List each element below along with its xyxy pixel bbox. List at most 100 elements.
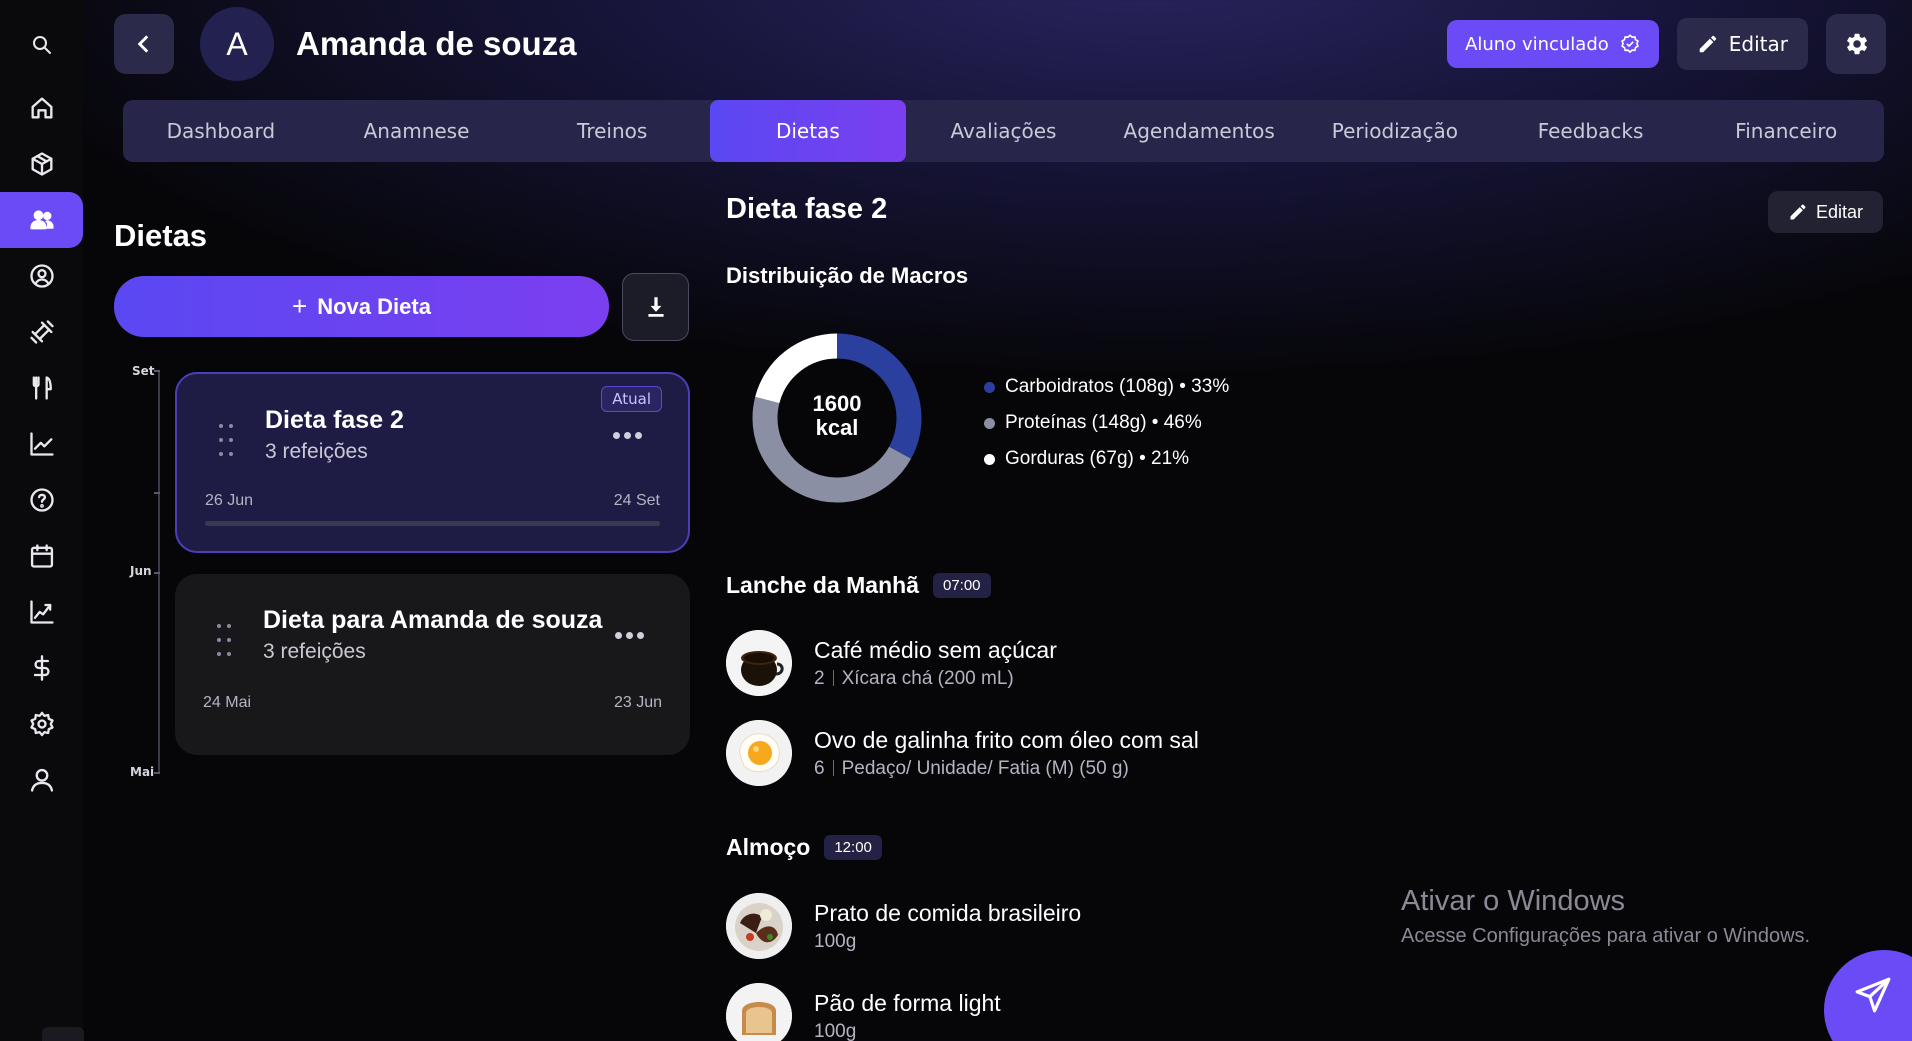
linked-student-label: Aluno vinculado: [1465, 33, 1609, 55]
gear-icon: [1847, 33, 1868, 55]
food-item[interactable]: Café médio sem açúcar 2 Xícara chá (200 m…: [726, 630, 1057, 696]
tab-periodizacao[interactable]: Periodização: [1297, 100, 1493, 162]
timeline-label-set: Set: [132, 364, 155, 378]
food-quantity: 100g: [814, 1020, 857, 1041]
tab-dietas[interactable]: Dietas: [710, 100, 906, 162]
sidebar: [0, 0, 84, 1041]
diet-start-date: 26 Jun: [205, 492, 254, 509]
diet-detail-title: Dieta fase 2: [726, 193, 888, 225]
diet-end-date: 23 Jun: [613, 694, 662, 711]
drag-handle-icon[interactable]: [217, 424, 237, 458]
meal-time: 07:00: [932, 573, 991, 598]
new-diet-label: Nova Dieta: [317, 293, 431, 319]
pencil-icon: [1699, 35, 1717, 53]
bread-loaf-icon: [726, 983, 792, 1041]
user-icon[interactable]: [0, 752, 83, 808]
food-quantity: 100g: [814, 930, 857, 952]
timeline-tick: [154, 492, 160, 494]
legend-label: Carboidratos (108g) • 33%: [1005, 376, 1230, 397]
legend-dot: [984, 453, 995, 465]
back-button[interactable]: [114, 14, 174, 74]
student-settings-button[interactable]: [1826, 14, 1886, 74]
verified-check-icon: [1620, 34, 1639, 54]
diet-name: Dieta para Amanda de souza: [263, 606, 603, 634]
legend-dot: [984, 381, 995, 393]
dollar-icon[interactable]: [0, 640, 83, 696]
search-icon[interactable]: [0, 10, 83, 80]
timeline-label-jun: Jun: [130, 564, 152, 578]
settings-icon[interactable]: [0, 696, 83, 752]
tab-feedbacks[interactable]: Feedbacks: [1493, 100, 1689, 162]
edit-diet-label: Editar: [1815, 201, 1864, 222]
sidebar-scroll-handle[interactable]: [42, 1027, 84, 1041]
diet-card[interactable]: Dieta para Amanda de souza 3 refeições 2…: [175, 574, 690, 755]
meal-time: 12:00: [824, 835, 882, 860]
home-icon[interactable]: [0, 80, 83, 136]
food-item[interactable]: Prato de comida brasileiro 100g: [726, 893, 1081, 959]
legend-item-carbs: Carboidratos (108g) • 33%: [984, 369, 1229, 405]
send-message-button[interactable]: [1824, 950, 1912, 1041]
chart-line-icon[interactable]: [0, 416, 83, 472]
diet-card-current[interactable]: Dieta fase 2 3 refeições Atual 26 Jun 24…: [175, 372, 690, 553]
diet-meal-count: 3 refeições: [263, 640, 366, 663]
download-button[interactable]: [622, 273, 689, 341]
food-name: Pão de forma light: [814, 989, 1001, 1016]
trending-icon[interactable]: [0, 584, 83, 640]
student-name: Amanda de souza: [296, 25, 577, 62]
edit-student-button[interactable]: Editar: [1676, 18, 1808, 70]
drag-handle-icon[interactable]: [215, 624, 235, 658]
top-bar: A Amanda de souza Aluno vinculado Editar: [114, 7, 1886, 81]
macros-legend: Carboidratos (108g) • 33% Proteínas (148…: [984, 369, 1229, 477]
food-qty-value: 6: [814, 757, 825, 779]
legend-item-protein: Proteínas (148g) • 46%: [984, 405, 1229, 441]
edit-diet-button[interactable]: Editar: [1768, 191, 1883, 233]
help-icon[interactable]: [0, 472, 83, 528]
tab-anamnese[interactable]: Anamnese: [319, 100, 515, 162]
tab-agendamentos[interactable]: Agendamentos: [1101, 100, 1297, 162]
linked-student-badge[interactable]: Aluno vinculado: [1447, 20, 1659, 68]
more-options-icon[interactable]: [613, 432, 642, 439]
tab-financeiro[interactable]: Financeiro: [1688, 100, 1884, 162]
avatar: A: [200, 7, 274, 81]
diet-end-date: 24 Set: [613, 492, 660, 509]
tab-avaliacoes[interactable]: Avaliações: [906, 100, 1102, 162]
tab-treinos[interactable]: Treinos: [514, 100, 710, 162]
user-circle-icon[interactable]: [0, 248, 83, 304]
meal-name: Almoço: [726, 834, 811, 860]
food-name: Ovo de galinha frito com óleo com sal: [814, 726, 1199, 753]
donut-center-label: 1600 kcal: [746, 392, 928, 440]
users-icon[interactable]: [0, 192, 83, 248]
tab-dashboard[interactable]: Dashboard: [123, 100, 319, 162]
current-badge: Atual: [601, 386, 662, 412]
food-name: Prato de comida brasileiro: [814, 899, 1082, 926]
food-item[interactable]: Ovo de galinha frito com óleo com sal 6P…: [726, 720, 1199, 786]
food-item[interactable]: Pão de forma light 100g: [726, 983, 1001, 1041]
food-qty-unit: Xícara chá (200 mL): [841, 667, 1014, 689]
meal-header: Lanche da Manhã 07:00: [726, 572, 991, 599]
food-quantity: 6 Pedaço/ Unidade/ Fatia (M) (50 g): [814, 758, 1199, 780]
box-icon[interactable]: [0, 136, 83, 192]
dumbbell-icon[interactable]: [0, 304, 83, 360]
timeline-tick: [154, 572, 160, 574]
diet-name: Dieta fase 2: [265, 406, 404, 434]
download-icon: [647, 297, 664, 317]
kcal-unit: kcal: [815, 415, 859, 440]
fork-knife-icon[interactable]: [0, 360, 83, 416]
timeline-label-mai: Mai: [130, 765, 155, 779]
new-diet-button[interactable]: + Nova Dieta: [114, 276, 609, 337]
diets-list-title: Dietas: [114, 218, 208, 253]
windows-activation-title: Ativar o Windows: [1401, 885, 1626, 917]
food-qty-unit: Pedaço/ Unidade/ Fatia (M) (50 g): [841, 757, 1129, 779]
edit-student-label: Editar: [1728, 32, 1788, 56]
student-tabs: Dashboard Anamnese Treinos Dietas Avalia…: [123, 100, 1884, 162]
food-qty-value: 2: [814, 667, 825, 689]
plus-icon: +: [292, 291, 308, 321]
brazilian-plate-icon: [726, 893, 792, 959]
calendar-icon[interactable]: [0, 528, 83, 584]
kcal-value: 1600: [812, 391, 862, 416]
timeline-tick: [154, 772, 160, 774]
more-options-icon[interactable]: [615, 632, 644, 639]
legend-label: Gorduras (67g) • 21%: [1005, 448, 1190, 469]
diet-start-date: 24 Mai: [203, 694, 252, 711]
meal-header: Almoço 12:00: [726, 834, 882, 861]
